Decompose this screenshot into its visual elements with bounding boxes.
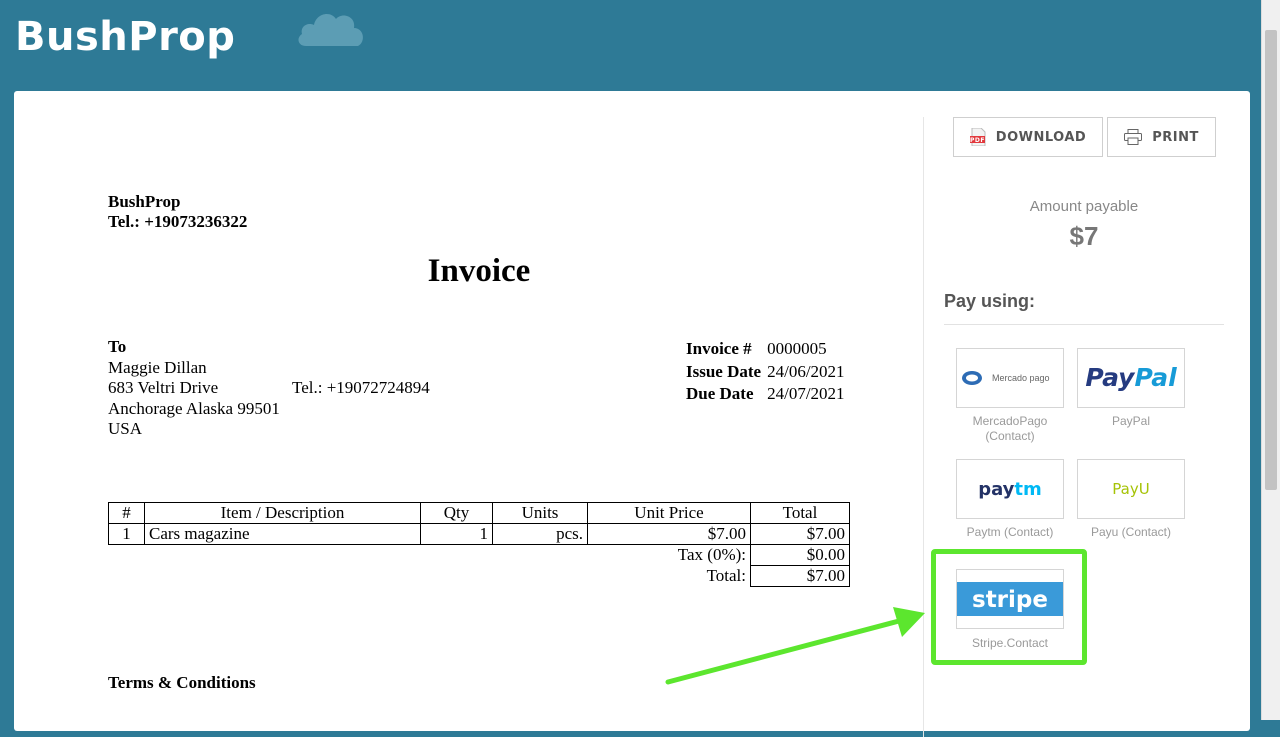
mercadopago-option[interactable]: Mercado pago bbox=[956, 348, 1064, 408]
row-number: 1 bbox=[108, 523, 145, 545]
issue-date-label: Issue Date bbox=[686, 361, 762, 381]
due-date: 24/07/2021 bbox=[767, 384, 845, 403]
column-header: Units bbox=[492, 502, 588, 524]
customer-name: Maggie Dillan bbox=[108, 357, 207, 377]
seller-name: BushProp bbox=[108, 192, 181, 211]
due-date-label: Due Date bbox=[686, 384, 754, 403]
invoice-card: BushProp Tel.: +19073236322 Invoice To M… bbox=[14, 91, 1250, 737]
mercadopago-logo: Mercado pago bbox=[962, 371, 1050, 385]
paytm-option[interactable]: paytm bbox=[956, 459, 1064, 519]
download-label: DOWNLOAD bbox=[995, 129, 1087, 145]
top-bar: BushProp bbox=[0, 0, 1262, 92]
invoice-title: Invoice bbox=[427, 253, 531, 289]
payu-option[interactable]: PayU bbox=[1077, 459, 1185, 519]
customer-country: USA bbox=[108, 419, 143, 438]
column-header: Total bbox=[750, 502, 850, 524]
print-button[interactable]: PRINT bbox=[1107, 117, 1216, 157]
print-label: PRINT bbox=[1152, 129, 1199, 145]
total-value: $7.00 bbox=[750, 565, 850, 587]
svg-text:PDF: PDF bbox=[970, 137, 985, 144]
payu-caption: Payu (Contact) bbox=[1090, 525, 1172, 539]
row-description: Cars magazine bbox=[144, 523, 421, 545]
to-label: To bbox=[108, 337, 127, 356]
pdf-icon: PDF bbox=[969, 128, 986, 146]
row-qty: 1 bbox=[420, 523, 493, 545]
customer-street: 683 Veltri Drive bbox=[108, 378, 219, 397]
invoice-number: 0000005 bbox=[767, 339, 827, 358]
total-label: Total: bbox=[706, 566, 746, 585]
items-table: # Item / Description Qty Units Unit Pric… bbox=[108, 502, 850, 587]
invoice-meta: Invoice # 0000005 Issue Date 24/06/2021 … bbox=[684, 337, 851, 407]
download-button[interactable]: PDF DOWNLOAD bbox=[953, 117, 1103, 157]
stripe-highlight-box bbox=[931, 549, 1087, 665]
amount-payable-value: $7 bbox=[1069, 221, 1099, 251]
paypal-logo: PayPal bbox=[1085, 363, 1177, 392]
svg-text:paytm: paytm bbox=[978, 479, 1042, 500]
svg-text:Mercado pago: Mercado pago bbox=[992, 373, 1050, 383]
row-units: pcs. bbox=[492, 523, 588, 545]
row-unit-price: $7.00 bbox=[587, 523, 751, 545]
row-total: $7.00 bbox=[750, 523, 850, 545]
amount-payable-label: Amount payable bbox=[1029, 198, 1139, 215]
scrollbar[interactable] bbox=[1261, 0, 1280, 720]
column-header: Item / Description bbox=[144, 502, 421, 524]
payu-logo: PayU bbox=[1112, 480, 1149, 498]
brand-logo[interactable]: BushProp bbox=[15, 14, 235, 60]
tax-row: Tax (0%): $0.00 bbox=[109, 544, 850, 566]
paypal-option[interactable]: PayPal bbox=[1077, 348, 1185, 408]
terms-heading: Terms & Conditions bbox=[108, 673, 256, 692]
pay-using-heading: Pay using: bbox=[944, 291, 1036, 311]
column-header: Unit Price bbox=[587, 502, 751, 524]
items-header-row: # Item / Description Qty Units Unit Pric… bbox=[108, 502, 850, 524]
table-row: 1 Cars magazine 1 pcs. $7.00 $7.00 bbox=[108, 523, 850, 545]
paypal-caption: PayPal bbox=[1111, 414, 1151, 428]
total-row: Total: $7.00 bbox=[109, 565, 850, 587]
mercadopago-caption: MercadoPago (Contact) bbox=[972, 414, 1048, 443]
cloud-icon bbox=[298, 14, 363, 46]
bill-to-block: To Maggie Dillan 683 Veltri Drive Anchor… bbox=[108, 337, 280, 440]
pay-using-divider bbox=[944, 324, 1224, 325]
tax-label: Tax (0%): bbox=[677, 545, 746, 565]
svg-text:PayPal: PayPal bbox=[1085, 363, 1177, 392]
printer-icon bbox=[1124, 129, 1143, 145]
seller-tel: Tel.: +19073236322 bbox=[108, 212, 248, 231]
paytm-caption: Paytm (Contact) bbox=[966, 525, 1054, 539]
column-header: # bbox=[108, 502, 145, 524]
sidebar-divider bbox=[923, 117, 924, 737]
issue-date: 24/06/2021 bbox=[767, 361, 845, 381]
column-header: Qty bbox=[420, 502, 493, 524]
seller-block: BushProp Tel.: +19073236322 bbox=[108, 192, 247, 232]
customer-city: Anchorage Alaska 99501 bbox=[108, 398, 280, 418]
customer-tel: Tel.: +19072724894 bbox=[292, 378, 430, 397]
scrollbar-thumb[interactable] bbox=[1265, 30, 1277, 490]
invoice-number-label: Invoice # bbox=[686, 339, 752, 358]
svg-text:PayU: PayU bbox=[1112, 480, 1149, 498]
tax-value: $0.00 bbox=[750, 544, 850, 566]
paytm-logo: paytm bbox=[978, 479, 1042, 500]
